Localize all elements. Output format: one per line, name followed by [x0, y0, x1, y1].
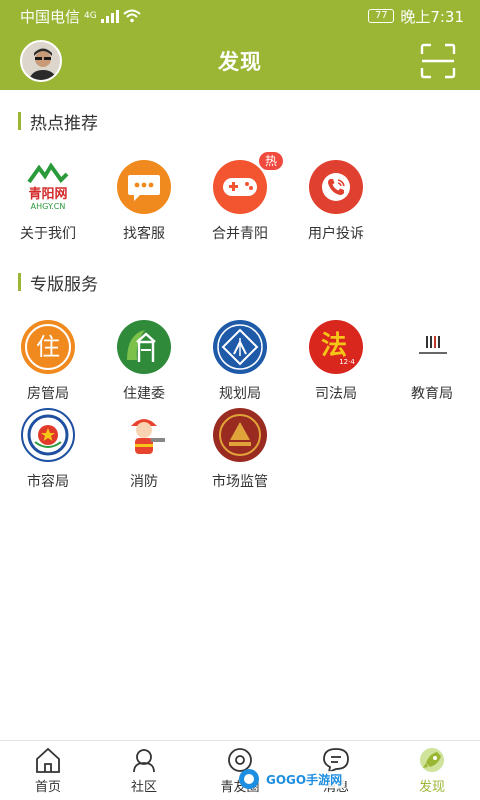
section-accent-bar: [18, 112, 21, 130]
city-appearance-logo: [21, 408, 75, 462]
logo-text: 青阳网: [28, 186, 67, 202]
hot-item-customer-service[interactable]: 找客服: [96, 160, 192, 243]
wifi-icon: [123, 9, 141, 23]
section-accent-bar: [18, 273, 21, 291]
service-fire[interactable]: 消防: [96, 408, 192, 491]
hot-label: 找客服: [123, 226, 165, 242]
planning-bureau-logo: [213, 320, 267, 374]
rocket-icon: [420, 748, 444, 772]
home-icon: [36, 747, 60, 773]
service-label: 规划局: [219, 386, 261, 402]
community-icon: [133, 749, 155, 773]
signal-icon: [100, 9, 119, 23]
section-title: 专版服务: [30, 274, 98, 295]
housing-bureau-logo: 住: [21, 320, 75, 374]
logo-glyph: 住: [36, 333, 60, 361]
hot-item-merge-qingyang[interactable]: 热 合并青阳: [192, 152, 288, 243]
watermark-text: GOGO手游网: [263, 770, 346, 788]
section-hot-header: 热点推荐: [18, 111, 98, 134]
section-service-header: 专版服务: [18, 272, 98, 295]
firefighter-icon: [117, 408, 171, 462]
service-label: 市容局: [27, 474, 69, 490]
battery-level: 77: [374, 10, 388, 21]
app-bar: 发现: [0, 32, 480, 90]
watermark: GOGO手游网: [238, 768, 346, 790]
education-bureau-logo: [405, 320, 459, 374]
hot-item-complaint[interactable]: 用户投诉: [288, 160, 384, 243]
tab-discover[interactable]: 发现: [384, 741, 480, 800]
chat-bubble-icon: [117, 160, 171, 214]
service-market[interactable]: 市场监管: [192, 408, 288, 491]
service-label: 房管局: [27, 386, 69, 402]
logo-sub: 12·4: [339, 358, 355, 366]
service-label: 市场监管: [212, 474, 268, 490]
phone-icon: [309, 160, 363, 214]
service-planning[interactable]: 规划局: [192, 320, 288, 403]
service-housing[interactable]: 住 房管局: [0, 320, 96, 403]
hot-badge: 热: [258, 152, 283, 170]
hot-item-about-us[interactable]: 青阳网 AHGY.CN 关于我们: [0, 160, 96, 243]
battery-icon: 77: [368, 9, 395, 23]
service-city-appearance[interactable]: 市容局: [0, 408, 96, 491]
service-label: 消防: [130, 474, 158, 490]
service-education[interactable]: 教育局: [384, 320, 480, 403]
scan-icon[interactable]: [420, 43, 456, 79]
tab-label: 首页: [34, 780, 61, 795]
hot-label: 关于我们: [20, 226, 76, 242]
service-label: 司法局: [315, 386, 357, 402]
qingyang-net-logo: 青阳网 AHGY.CN: [21, 160, 75, 214]
service-justice[interactable]: 法 12·4 司法局: [288, 320, 384, 403]
section-title: 热点推荐: [30, 113, 98, 134]
tab-community[interactable]: 社区: [96, 741, 192, 800]
page-title: 发现: [218, 50, 262, 74]
service-label: 住建委: [123, 386, 165, 402]
tab-label: 社区: [130, 780, 157, 795]
user-avatar-image: [22, 42, 60, 80]
network-type: 4G: [84, 11, 97, 21]
hot-label: 合并青阳: [212, 226, 268, 242]
status-bar: 中国电信 4G 77 晚上7:31: [0, 0, 480, 32]
logo-glyph: 法: [321, 331, 347, 361]
avatar[interactable]: [20, 40, 62, 82]
carrier-info: 中国电信 4G: [20, 6, 141, 27]
carrier-name: 中国电信: [20, 7, 81, 26]
tab-home[interactable]: 首页: [0, 741, 96, 800]
watermark-logo-icon: [239, 769, 259, 789]
hot-label: 用户投诉: [308, 226, 364, 242]
gamepad-icon: 热: [213, 152, 283, 214]
construction-committee-logo: [117, 320, 171, 374]
tab-label: 发现: [418, 780, 445, 795]
service-label: 教育局: [411, 386, 453, 402]
market-supervision-logo: [213, 408, 267, 462]
clock: 晚上7:31: [400, 7, 464, 26]
service-construction[interactable]: 住建委: [96, 320, 192, 403]
logo-sub: AHGY.CN: [31, 202, 66, 211]
justice-bureau-logo: 法 12·4: [309, 320, 363, 374]
